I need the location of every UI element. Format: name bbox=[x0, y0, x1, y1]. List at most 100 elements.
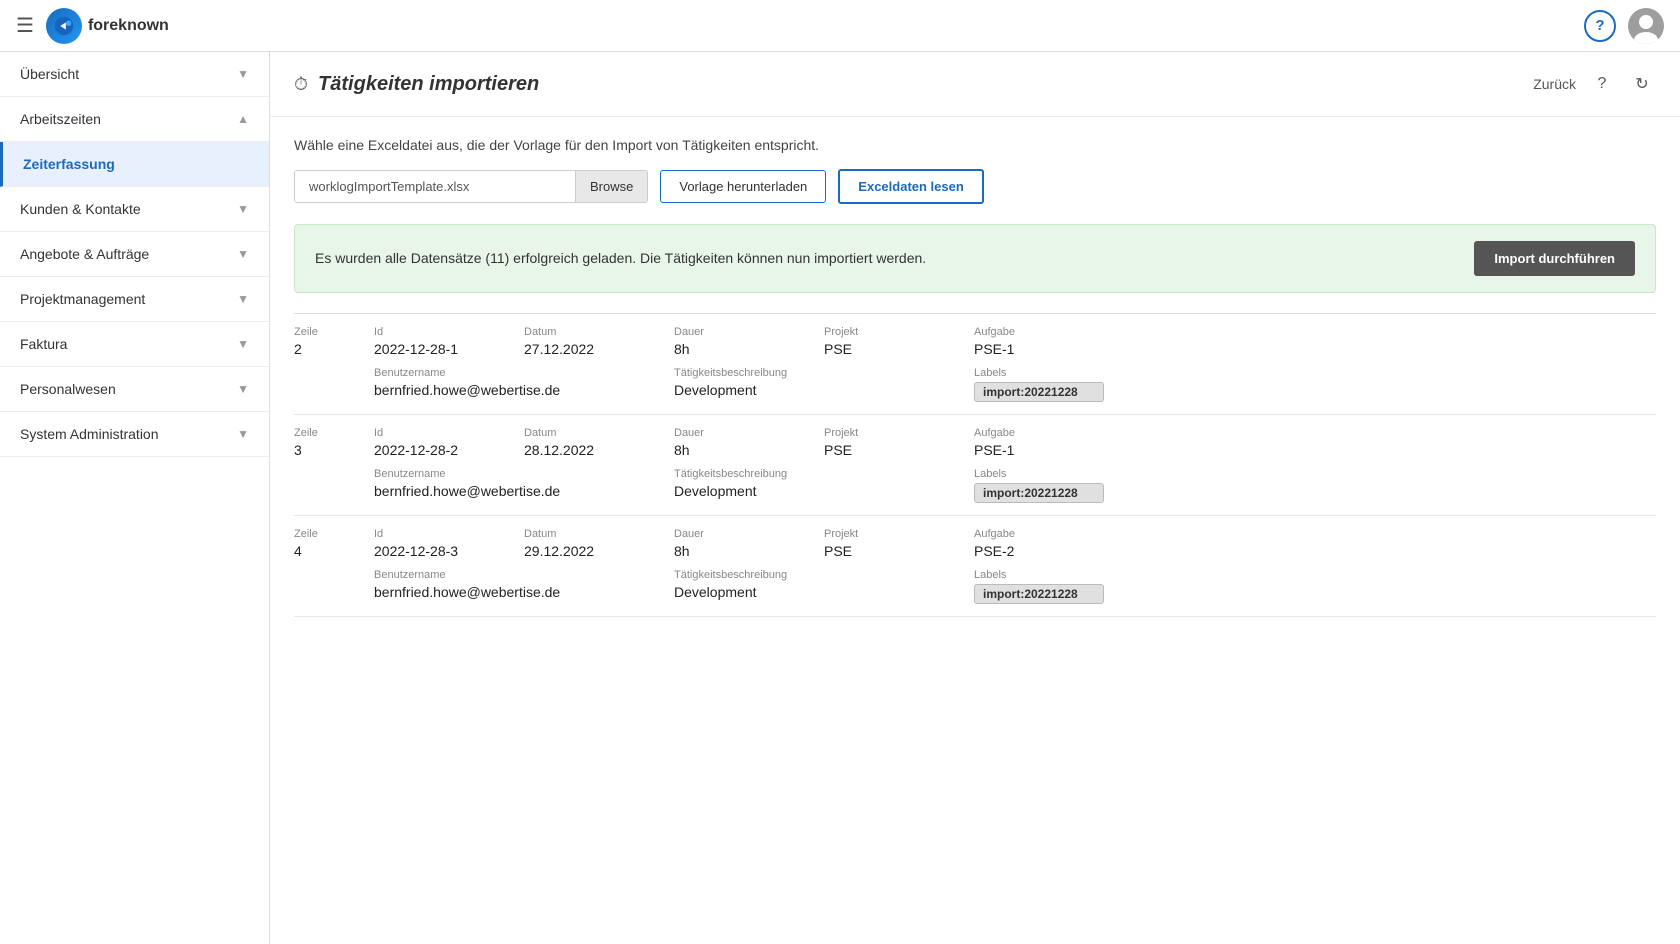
hamburger-menu[interactable]: ☰ bbox=[16, 13, 34, 38]
field-value-beschreibung: Development bbox=[674, 584, 954, 600]
top-bar-left: ☰ foreknown bbox=[16, 8, 169, 44]
sidebar-item-arbeitszeiten[interactable]: Arbeitszeiten bbox=[0, 97, 269, 142]
field-label-dauer: Dauer bbox=[674, 326, 804, 338]
field-label-aufgabe: Aufgabe bbox=[974, 528, 1104, 540]
field-label-projekt: Projekt bbox=[824, 427, 954, 439]
refresh-icon-button[interactable]: ↻ bbox=[1628, 70, 1656, 98]
table-row: Zeile 4 Id 2022-12-28-3 Datum 29.12.2022 bbox=[294, 516, 1656, 617]
chevron-down-icon bbox=[237, 202, 249, 216]
sidebar-item-sysadmin[interactable]: System Administration bbox=[0, 412, 269, 457]
file-input-row: worklogImportTemplate.xlsx Browse Vorlag… bbox=[294, 169, 1656, 204]
field-value-id: 2022-12-28-1 bbox=[374, 341, 504, 357]
field-label-benutzername: Benutzername bbox=[374, 468, 654, 480]
sidebar-item-kunden[interactable]: Kunden & Kontakte bbox=[0, 187, 269, 232]
chevron-down-icon bbox=[237, 292, 249, 306]
field-value-beschreibung: Development bbox=[674, 382, 954, 398]
field-group-datum: Datum 27.12.2022 bbox=[524, 326, 674, 357]
record-line-top: Zeile 3 Id 2022-12-28-2 Datum 28.12.2022 bbox=[294, 427, 1656, 458]
top-help-button[interactable]: ? bbox=[1584, 10, 1616, 42]
read-excel-button[interactable]: Exceldaten lesen bbox=[838, 169, 984, 204]
chevron-down-icon bbox=[237, 427, 249, 441]
content-area: ⏱ Tätigkeiten importieren Zurück ? ↻ Wäh… bbox=[270, 52, 1680, 944]
field-group-aufgabe: Aufgabe PSE-1 bbox=[974, 326, 1124, 357]
field-value-projekt: PSE bbox=[824, 341, 954, 357]
chevron-down-icon bbox=[237, 247, 249, 261]
field-label-projekt: Projekt bbox=[824, 528, 954, 540]
sidebar-label-personalwesen: Personalwesen bbox=[20, 381, 116, 397]
field-label-datum: Datum bbox=[524, 528, 654, 540]
chevron-up-icon bbox=[237, 112, 249, 126]
download-template-button[interactable]: Vorlage herunterladen bbox=[660, 170, 826, 203]
back-link[interactable]: Zurück bbox=[1533, 76, 1576, 92]
field-label-dauer: Dauer bbox=[674, 528, 804, 540]
browse-button[interactable]: Browse bbox=[575, 171, 647, 202]
field-group-zeile: Zeile 3 bbox=[294, 427, 374, 458]
sidebar-label-sysadmin: System Administration bbox=[20, 426, 159, 442]
logo-icon bbox=[46, 8, 82, 44]
table-row: Zeile 3 Id 2022-12-28-2 Datum 28.12.2022 bbox=[294, 415, 1656, 516]
field-group-aufgabe: Aufgabe PSE-2 bbox=[974, 528, 1124, 559]
field-label-zeile: Zeile bbox=[294, 427, 354, 439]
field-label-id: Id bbox=[374, 326, 504, 338]
logo-text: foreknown bbox=[88, 17, 169, 35]
records-container: Zeile 2 Id 2022-12-28-1 Datum 27.12.2022 bbox=[294, 313, 1656, 617]
field-label-beschreibung: Tätigkeitsbeschreibung bbox=[674, 468, 954, 480]
field-label-dauer: Dauer bbox=[674, 427, 804, 439]
field-label-datum: Datum bbox=[524, 326, 654, 338]
field-value-datum: 28.12.2022 bbox=[524, 442, 654, 458]
record-line-top: Zeile 2 Id 2022-12-28-1 Datum 27.12.2022 bbox=[294, 326, 1656, 357]
field-group-dauer: Dauer 8h bbox=[674, 528, 824, 559]
main-layout: Übersicht Arbeitszeiten Zeiterfassung Ku… bbox=[0, 52, 1680, 944]
field-label-beschreibung: Tätigkeitsbeschreibung bbox=[674, 569, 954, 581]
sidebar-label-kunden: Kunden & Kontakte bbox=[20, 201, 141, 217]
success-text: Es wurden alle Datensätze (11) erfolgrei… bbox=[315, 248, 926, 269]
import-button[interactable]: Import durchführen bbox=[1474, 241, 1635, 276]
user-avatar[interactable] bbox=[1628, 8, 1664, 44]
field-group-id: Id 2022-12-28-3 bbox=[374, 528, 524, 559]
field-value-benutzername: bernfried.howe@webertise.de bbox=[374, 483, 654, 499]
field-group-dauer: Dauer 8h bbox=[674, 427, 824, 458]
field-group-beschreibung: Tätigkeitsbeschreibung Development bbox=[674, 569, 974, 600]
help-icon-button[interactable]: ? bbox=[1588, 70, 1616, 98]
chevron-down-icon bbox=[237, 337, 249, 351]
field-value-id: 2022-12-28-3 bbox=[374, 543, 504, 559]
label-badge: import:20221228 bbox=[974, 584, 1104, 604]
field-value-projekt: PSE bbox=[824, 543, 954, 559]
field-label-zeile: Zeile bbox=[294, 326, 354, 338]
field-group-dauer: Dauer 8h bbox=[674, 326, 824, 357]
field-label-zeile: Zeile bbox=[294, 528, 354, 540]
sidebar-label-ubersicht: Übersicht bbox=[20, 66, 79, 82]
field-value-aufgabe: PSE-1 bbox=[974, 442, 1104, 458]
record-line-top: Zeile 4 Id 2022-12-28-3 Datum 29.12.2022 bbox=[294, 528, 1656, 559]
sidebar-item-ubersicht[interactable]: Übersicht bbox=[0, 52, 269, 97]
field-value-zeile: 2 bbox=[294, 341, 354, 357]
field-value-beschreibung: Development bbox=[674, 483, 954, 499]
sidebar-item-projektmanagement[interactable]: Projektmanagement bbox=[0, 277, 269, 322]
chevron-down-icon bbox=[237, 67, 249, 81]
field-group-benutzername: Benutzername bernfried.howe@webertise.de bbox=[374, 468, 674, 499]
field-label-benutzername: Benutzername bbox=[374, 569, 654, 581]
field-label-aufgabe: Aufgabe bbox=[974, 326, 1104, 338]
field-label-datum: Datum bbox=[524, 427, 654, 439]
sidebar-label-zeiterfassung: Zeiterfassung bbox=[23, 156, 115, 172]
field-value-dauer: 8h bbox=[674, 543, 804, 559]
file-input-field: worklogImportTemplate.xlsx Browse bbox=[294, 170, 648, 203]
field-value-benutzername: bernfried.howe@webertise.de bbox=[374, 382, 654, 398]
field-value-aufgabe: PSE-2 bbox=[974, 543, 1104, 559]
sidebar-item-angebote[interactable]: Angebote & Aufträge bbox=[0, 232, 269, 277]
sidebar-label-projektmanagement: Projektmanagement bbox=[20, 291, 145, 307]
field-label-labels: Labels bbox=[974, 367, 1104, 379]
field-label-id: Id bbox=[374, 528, 504, 540]
sidebar: Übersicht Arbeitszeiten Zeiterfassung Ku… bbox=[0, 52, 270, 944]
page-title: Tätigkeiten importieren bbox=[318, 73, 539, 96]
field-group-projekt: Projekt PSE bbox=[824, 326, 974, 357]
field-group-datum: Datum 29.12.2022 bbox=[524, 528, 674, 559]
sidebar-item-faktura[interactable]: Faktura bbox=[0, 322, 269, 367]
top-bar-right: ? bbox=[1584, 8, 1664, 44]
field-value-datum: 27.12.2022 bbox=[524, 341, 654, 357]
record-line-bottom: Benutzername bernfried.howe@webertise.de… bbox=[294, 569, 1656, 604]
field-group-aufgabe: Aufgabe PSE-1 bbox=[974, 427, 1124, 458]
sidebar-item-personalwesen[interactable]: Personalwesen bbox=[0, 367, 269, 412]
field-value-zeile: 4 bbox=[294, 543, 354, 559]
sidebar-item-zeiterfassung[interactable]: Zeiterfassung bbox=[0, 142, 269, 187]
